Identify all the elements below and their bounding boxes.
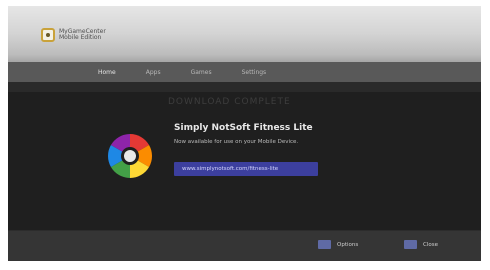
app-window: MyGameCenter Mobile Edition Home Apps Ga… xyxy=(8,6,481,261)
nav-item-settings[interactable]: Settings xyxy=(242,69,267,76)
footer-bar: Options Close xyxy=(8,230,481,261)
options-label: Options xyxy=(337,241,359,248)
nav-item-games[interactable]: Games xyxy=(191,69,212,76)
divider xyxy=(8,82,481,92)
top-nav: Home Apps Games Settings xyxy=(8,62,481,82)
promo-subtitle: Now available for use on your Mobile Dev… xyxy=(174,139,299,145)
app-logo[interactable]: MyGameCenter Mobile Edition xyxy=(41,28,106,42)
aperture-icon xyxy=(108,134,152,178)
promo-link[interactable]: www.simplynotsoft.com/fitness-lite xyxy=(174,162,318,176)
nav-item-apps[interactable]: Apps xyxy=(146,69,161,76)
logo-text: MyGameCenter Mobile Edition xyxy=(59,28,106,42)
promo-headline: DOWNLOAD COMPLETE xyxy=(168,97,291,107)
close-key-icon xyxy=(404,240,417,249)
logo-icon xyxy=(41,28,55,42)
options-button[interactable]: Options xyxy=(318,240,358,249)
close-label: Close xyxy=(423,241,438,248)
header-bar: MyGameCenter Mobile Edition Home Apps Ga… xyxy=(8,6,481,84)
promo-title: Simply NotSoft Fitness Lite xyxy=(174,123,313,133)
close-button[interactable]: Close xyxy=(404,240,438,249)
nav-item-home[interactable]: Home xyxy=(98,69,116,76)
options-key-icon xyxy=(318,240,331,249)
app-subtitle: Mobile Edition xyxy=(59,34,102,41)
